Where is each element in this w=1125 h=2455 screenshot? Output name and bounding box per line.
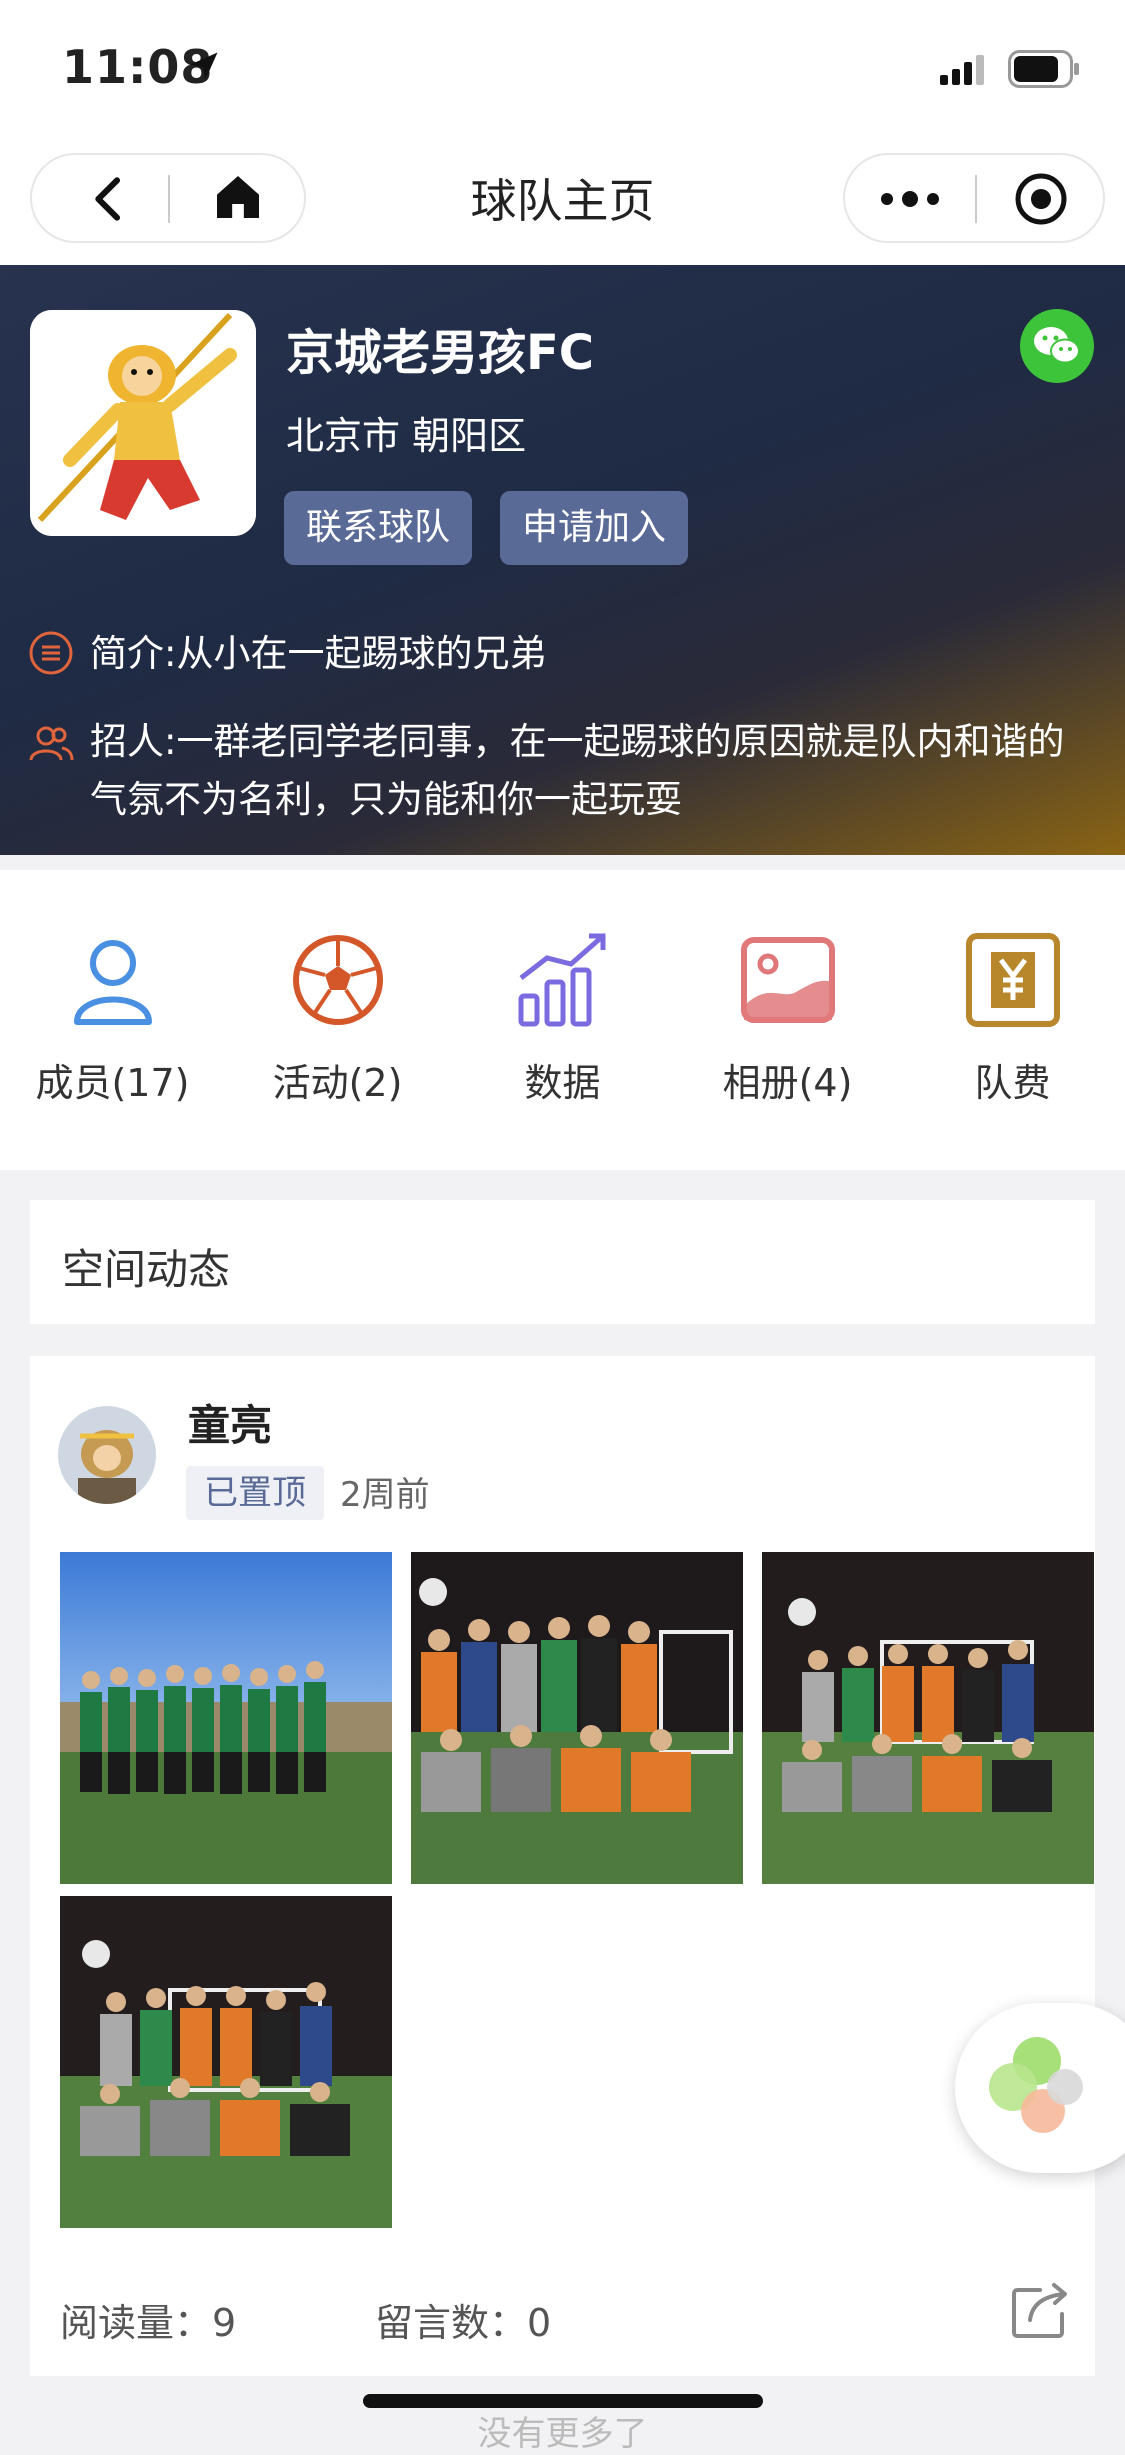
pinned-badge: 已置顶 [186, 1466, 324, 1520]
share-icon[interactable] [1010, 2280, 1070, 2340]
capsule-divider [975, 175, 977, 223]
intro-list-icon [29, 631, 73, 675]
nav-bar: 球队主页 [0, 135, 1125, 265]
avatar[interactable] [58, 1406, 156, 1504]
team-logo [30, 310, 256, 536]
home-indicator[interactable] [363, 2394, 763, 2408]
wechat-share-icon[interactable] [1020, 309, 1094, 383]
menu-label: 队费 [974, 1061, 1051, 1105]
team-intro: 简介:从小在一起踢球的兄弟 [90, 632, 547, 675]
battery-icon [1008, 50, 1079, 88]
comment-count: 留言数：0 [375, 2301, 552, 2345]
team-header: 京城老男孩FC 北京市 朝阳区 联系球队 申请加入 简介:从小在一起踢球的兄弟 … [0, 265, 1125, 855]
team-photo-night-icon [762, 1552, 1094, 1884]
menu-item-members[interactable]: 成员(17) [0, 930, 225, 1107]
bar-chart-icon [518, 933, 605, 1027]
yen-icon [965, 933, 1060, 1027]
signal-icon [940, 55, 984, 85]
monkey-king-logo-icon [30, 310, 256, 536]
feature-menu: 成员(17) 活动(2) 数据 相册(4) 队费 [0, 870, 1125, 1170]
menu-item-activities[interactable]: 活动(2) [225, 930, 450, 1107]
team-name: 京城老男孩FC [286, 325, 595, 381]
recruit-people-icon [29, 726, 74, 761]
menu-label: 数据 [524, 1061, 601, 1105]
author-avatar-icon [58, 1406, 156, 1504]
menu-label: 活动(2) [272, 1061, 403, 1105]
post-photo[interactable] [60, 1552, 392, 1884]
post-photo[interactable] [60, 1896, 392, 2228]
status-bar: 11:08 [0, 0, 1125, 135]
section-title: 空间动态 [62, 1245, 231, 1294]
team-recruit: 招人:一群老同学老同事，在一起踢球的原因就是队内和谐的气氛不为名利，只为能和你一… [90, 720, 1065, 821]
nav-capsule-right [843, 153, 1105, 243]
menu-item-fees[interactable]: 队费 [900, 930, 1125, 1107]
menu-label: 成员(17) [35, 1061, 190, 1105]
more-options-icon[interactable] [875, 179, 945, 219]
contact-team-button[interactable]: 联系球队 [284, 491, 472, 565]
no-more-footer: 没有更多了 [477, 2414, 648, 2454]
floating-action-button[interactable] [955, 2003, 1125, 2173]
team-app-logo-icon [989, 2037, 1083, 2133]
team-location: 北京市 朝阳区 [286, 414, 527, 458]
close-miniprogram-icon[interactable] [1013, 171, 1069, 227]
photo-album-icon [740, 937, 835, 1023]
menu-item-stats[interactable]: 数据 [450, 930, 675, 1107]
team-photo-daylight-icon [60, 1552, 392, 1884]
apply-join-button[interactable]: 申请加入 [500, 491, 688, 565]
post-card[interactable]: 童亮 已置顶 2周前 阅读量：9 留言数：0 [30, 1356, 1095, 2376]
menu-label: 相册(4) [722, 1061, 853, 1105]
post-time: 2周前 [340, 1475, 430, 1515]
location-arrow-icon [190, 52, 218, 80]
soccer-ball-icon [292, 935, 383, 1025]
team-photo-night-icon [60, 1896, 392, 2228]
post-photo[interactable] [411, 1552, 743, 1884]
person-icon [73, 940, 152, 1025]
space-section-header: 空间动态 [30, 1200, 1095, 1324]
read-count: 阅读量：9 [60, 2301, 237, 2345]
team-photo-night-icon [411, 1552, 743, 1884]
post-photo[interactable] [762, 1552, 1094, 1884]
post-author: 童亮 [188, 1401, 273, 1450]
menu-item-album[interactable]: 相册(4) [675, 930, 900, 1107]
